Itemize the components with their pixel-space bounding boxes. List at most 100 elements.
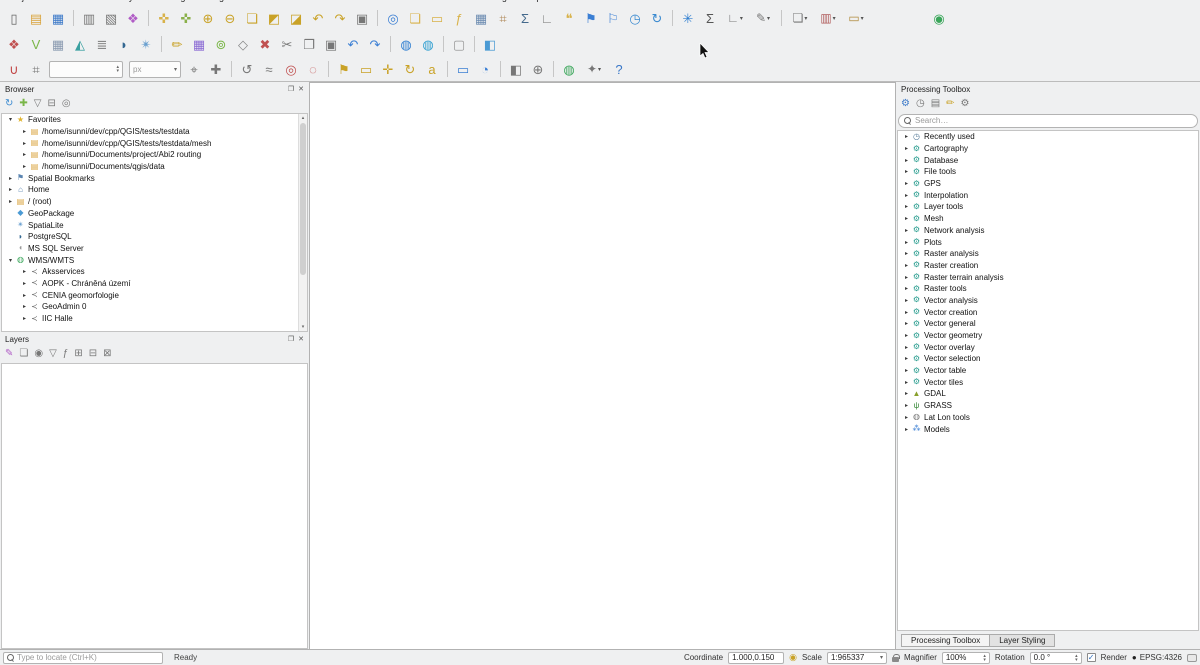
expander-icon[interactable]: ▸ xyxy=(6,186,15,193)
statistics-panel-button[interactable]: Σ xyxy=(700,8,720,28)
raster-stretch-button[interactable]: ◧ xyxy=(506,59,526,79)
copy-features-button[interactable]: ❐ xyxy=(299,34,319,54)
snapping-toggle-button[interactable]: ∪ xyxy=(4,59,24,79)
expander-icon[interactable]: ▸ xyxy=(902,180,911,187)
manage-map-themes-button[interactable]: ◉ xyxy=(34,349,43,359)
expander-icon[interactable]: ▸ xyxy=(20,303,29,310)
magnifier-spin[interactable]: 100% ▴▾ xyxy=(942,652,990,664)
decoration-globe-button[interactable]: ◍ xyxy=(559,59,579,79)
spin-down-icon[interactable]: ▾ xyxy=(116,69,119,73)
toggle-editing-button[interactable]: ✏ xyxy=(167,34,187,54)
browser-add-layers-button[interactable]: ✚ xyxy=(19,99,27,109)
expander-icon[interactable]: ▸ xyxy=(902,344,911,351)
toolbox-group-item[interactable]: ▸ ⚙ Vector analysis xyxy=(898,295,1198,307)
field-calculator-button[interactable]: ⌗ xyxy=(493,8,513,28)
spin-arrows[interactable]: ▴▾ xyxy=(1075,654,1078,662)
toolbox-edit-in-place-button[interactable]: ✏ xyxy=(946,99,954,109)
open-attribute-table-button[interactable]: ▦ xyxy=(471,8,491,28)
toolbox-group-item[interactable]: ▸ ⚙ Cartography xyxy=(898,143,1198,155)
toolbox-group-item[interactable]: ▸ ⚙ Layer tools xyxy=(898,201,1198,213)
float-panel-icon[interactable]: ❐ xyxy=(288,85,294,93)
expander-icon[interactable]: ▸ xyxy=(902,250,911,257)
add-spatialite-layer-button[interactable]: ✴ xyxy=(136,34,156,54)
expander-icon[interactable]: ▸ xyxy=(902,192,911,199)
toolbox-group-item[interactable]: ▸ ⚙ Network analysis xyxy=(898,225,1198,237)
temporal-controller-button[interactable]: ◷ xyxy=(625,8,645,28)
crs-status[interactable]: ● EPSG:4326 xyxy=(1132,653,1182,662)
zoom-to-selection-button[interactable]: ◩ xyxy=(264,8,284,28)
expander-icon[interactable]: ▸ xyxy=(902,157,911,164)
menu-item[interactable]: Help xyxy=(523,0,542,2)
browser-tree-item[interactable]: ✴ SpatiaLite xyxy=(2,219,307,231)
toolbox-group-item[interactable]: ▸ ⚙ Mesh xyxy=(898,213,1198,225)
expander-icon[interactable]: ▸ xyxy=(6,175,15,182)
expander-icon[interactable]: ▸ xyxy=(902,426,911,433)
expander-icon[interactable]: ▸ xyxy=(902,239,911,246)
open-project-button[interactable]: ▤ xyxy=(26,8,46,28)
menu-item[interactable]: Raster xyxy=(293,0,320,2)
scale-combo[interactable]: 1:965337 ▾ xyxy=(827,652,887,664)
pan-to-selection-button[interactable]: ✜ xyxy=(176,8,196,28)
save-project-button[interactable]: ▦ xyxy=(48,8,68,28)
toolbox-search-box[interactable] xyxy=(898,114,1198,128)
map-tips-button[interactable]: ❝ xyxy=(559,8,579,28)
expander-icon[interactable]: ▸ xyxy=(902,332,911,339)
new-shapefile-layer-button[interactable]: ▢ xyxy=(449,34,469,54)
expander-icon[interactable]: ▸ xyxy=(20,140,29,147)
new-project-button[interactable]: ▯ xyxy=(4,8,24,28)
undo-button[interactable]: ↶ xyxy=(343,34,363,54)
expander-icon[interactable]: ▸ xyxy=(902,309,911,316)
browser-tree-item[interactable]: ▸ ▤ /home/isunni/Documents/qgis/data xyxy=(2,161,307,173)
browser-tree-item[interactable]: ▸ ▤ /home/isunni/dev/cpp/QGIS/tests/test… xyxy=(2,126,307,138)
expander-icon[interactable]: ▸ xyxy=(20,268,29,275)
toolbox-group-item[interactable]: ▸ ⚙ GPS xyxy=(898,178,1198,190)
close-panel-icon[interactable]: ✕ xyxy=(298,335,304,343)
toolbox-group-item[interactable]: ▸ ⚙ Raster creation xyxy=(898,260,1198,272)
toolbox-group-item[interactable]: ▸ ⁂ Models xyxy=(898,423,1198,435)
spin-arrows[interactable]: ▴▾ xyxy=(116,65,119,73)
expander-icon[interactable]: ▸ xyxy=(902,414,911,421)
menu-item[interactable]: Web xyxy=(390,0,408,2)
toolbox-results-button[interactable]: ▤ xyxy=(931,99,940,109)
delete-part-button[interactable]: ◌ xyxy=(303,59,323,79)
redo-button[interactable]: ↷ xyxy=(365,34,385,54)
rotation-spin[interactable]: 0.0 ° ▴▾ xyxy=(1030,652,1082,664)
browser-tree-item[interactable]: ▸ ≺ AOPK - Chráněná území xyxy=(2,278,307,290)
coordinate-field[interactable] xyxy=(728,652,784,664)
layout-manager-button[interactable]: ▧ xyxy=(101,8,121,28)
expander-icon[interactable]: ▸ xyxy=(902,168,911,175)
expander-icon[interactable]: ▸ xyxy=(902,285,911,292)
toolbox-group-item[interactable]: ▸ ⚙ Plots xyxy=(898,236,1198,248)
toolbox-group-item[interactable]: ▸ ⚙ Raster tools xyxy=(898,283,1198,295)
toolbox-options-button[interactable]: ⚙ xyxy=(961,99,970,109)
menu-item[interactable]: Mesh xyxy=(424,0,446,2)
expander-icon[interactable]: ▸ xyxy=(20,280,29,287)
toolbox-group-item[interactable]: ▸ ⚙ Interpolation xyxy=(898,189,1198,201)
menu-item[interactable]: Plugins xyxy=(206,0,236,2)
locator-box[interactable] xyxy=(3,652,163,664)
filter-legend-button[interactable]: ▽ xyxy=(49,349,57,359)
toggle-extents-icon[interactable]: ◉ xyxy=(789,653,797,662)
browser-refresh-button[interactable]: ↻ xyxy=(5,99,13,109)
layer-labeling-button[interactable]: ▭ xyxy=(453,59,473,79)
zoom-next-button[interactable]: ↷ xyxy=(330,8,350,28)
toolbox-group-item[interactable]: ▸ ◷ Recently used xyxy=(898,131,1198,143)
browser-tree-item[interactable]: ▸ ≺ IIC Halle xyxy=(2,313,307,325)
menu-item[interactable]: Settings xyxy=(157,0,190,2)
select-features-button[interactable]: ❏ xyxy=(405,8,425,28)
expander-icon[interactable]: ▸ xyxy=(902,297,911,304)
expander-icon[interactable]: ▸ xyxy=(20,292,29,299)
expander-icon[interactable]: ▸ xyxy=(902,367,911,374)
highlight-labels-button[interactable]: ▭ xyxy=(356,59,376,79)
expander-icon[interactable]: ▸ xyxy=(902,274,911,281)
browser-tree-item[interactable]: ◗ PostgreSQL xyxy=(2,231,307,243)
advanced-digitizing-toggle[interactable]: ⌗ xyxy=(26,59,46,79)
paste-features-button[interactable]: ▣ xyxy=(321,34,341,54)
browser-tree-item[interactable]: ▸ ≺ CENIA geomorfologie xyxy=(2,289,307,301)
metasearch-button[interactable]: ◉ xyxy=(929,8,949,28)
expander-icon[interactable]: ▸ xyxy=(902,145,911,152)
browser-scrollbar[interactable]: ▴ ▾ xyxy=(298,114,307,331)
plugin-manager-button[interactable]: ◧ xyxy=(480,34,500,54)
browser-tree-item[interactable]: ▸ ⌂ Home xyxy=(2,184,307,196)
help-button[interactable]: ? xyxy=(609,59,629,79)
